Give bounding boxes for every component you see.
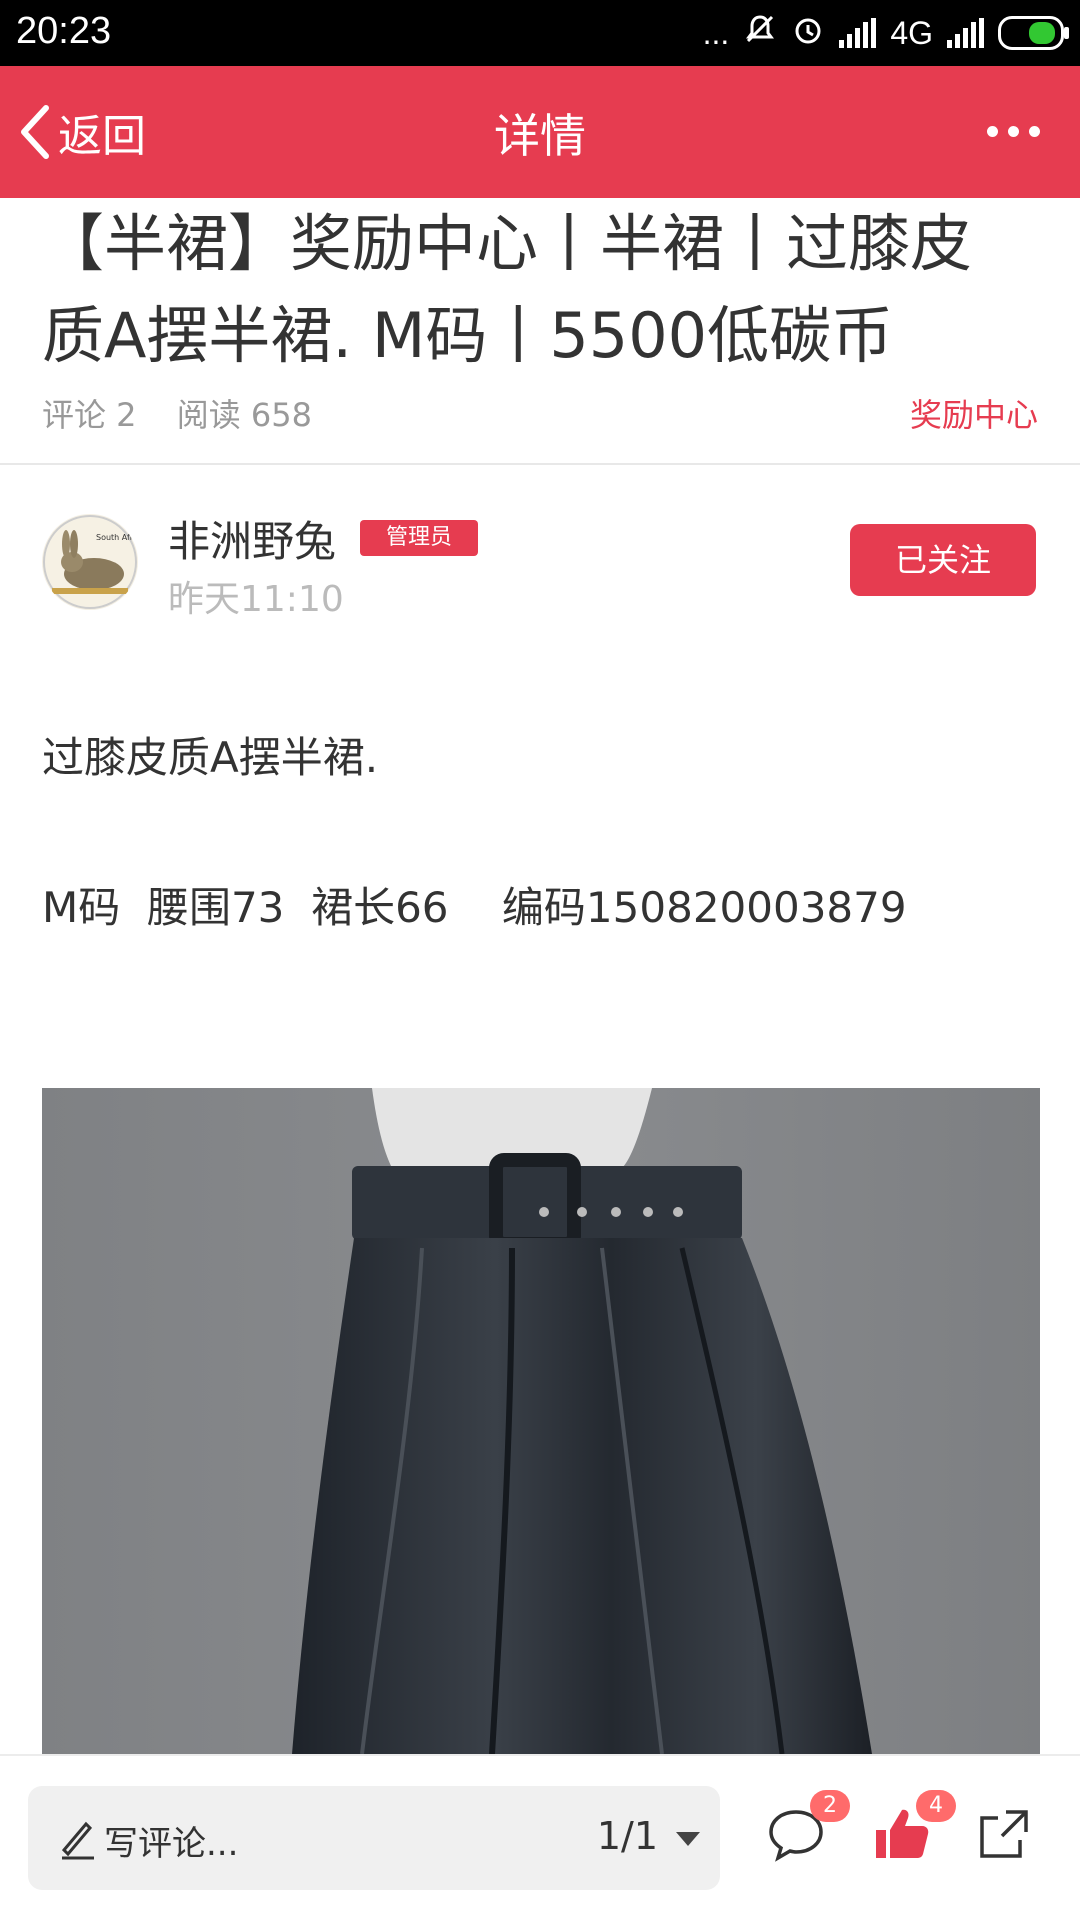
mute-icon [743,12,777,54]
author-name[interactable]: 非洲野兔 [168,508,336,569]
post-time: 昨天11:10 [168,579,344,620]
more-button[interactable] [987,126,1040,137]
alarm-icon [791,12,825,54]
page-title: 详情 [494,109,586,163]
share-icon [980,1810,1028,1858]
page-indicator[interactable]: 1/1 [597,1814,658,1858]
comment-count-badge: 2 [810,1790,850,1822]
divider [0,463,1080,465]
content-line-2: M码 腰围73 裙长66 编码150820003879 [42,883,907,932]
post-title-line1: 【半裙】奖励中心丨半裙丨过膝皮 [42,207,973,280]
network-label: 4G [890,14,933,51]
more-icon [987,126,1040,137]
pencil-icon [61,1821,94,1860]
comment-placeholder: 写评论... [104,1824,239,1864]
comment-count-label: 评论 2 [42,396,137,434]
status-icons: ... 4G [702,10,1069,56]
status-time: 20:23 [16,10,112,52]
signal-icon [839,18,877,48]
status-bar: 20:23 ... 4G [0,0,1080,66]
like-count-badge: 4 [916,1790,956,1822]
bottom-bar: 写评论... 1/1 2 4 [0,1754,1080,1922]
dropdown-icon[interactable] [676,1832,700,1846]
notification-dots: ... [702,14,730,51]
share-button[interactable] [976,1806,1036,1866]
product-photo[interactable] [42,1088,1040,1754]
post-meta: 评论 2 阅读 658 [42,390,342,436]
rabbit-avatar-image: South Africa [43,515,138,609]
like-button[interactable]: 4 [872,1790,956,1866]
follow-button[interactable]: 已关注 [850,524,1036,596]
signal-icon-2 [947,18,984,48]
svg-text:South Africa: South Africa [96,533,138,542]
content-line-1: 过膝皮质A摆半裙. [42,733,379,782]
admin-badge: 管理员 [360,520,478,556]
category-link[interactable]: 奖励中心 [910,390,1038,436]
post-title: 【半裙】奖励中心丨半裙丨过膝皮 质A摆半裙. M码丨5500低碳币 [42,198,1042,382]
read-count-label: 阅读 658 [176,396,312,434]
skirt-image [292,1088,872,1754]
comment-button[interactable]: 2 [766,1790,850,1866]
post-title-line2: 质A摆半裙. M码丨5500低碳币 [42,299,894,372]
write-comment-input[interactable]: 写评论... 1/1 [28,1786,720,1890]
top-bar: 返回 详情 [0,66,1080,198]
battery-icon [998,16,1069,50]
avatar[interactable]: South Africa [42,514,138,610]
